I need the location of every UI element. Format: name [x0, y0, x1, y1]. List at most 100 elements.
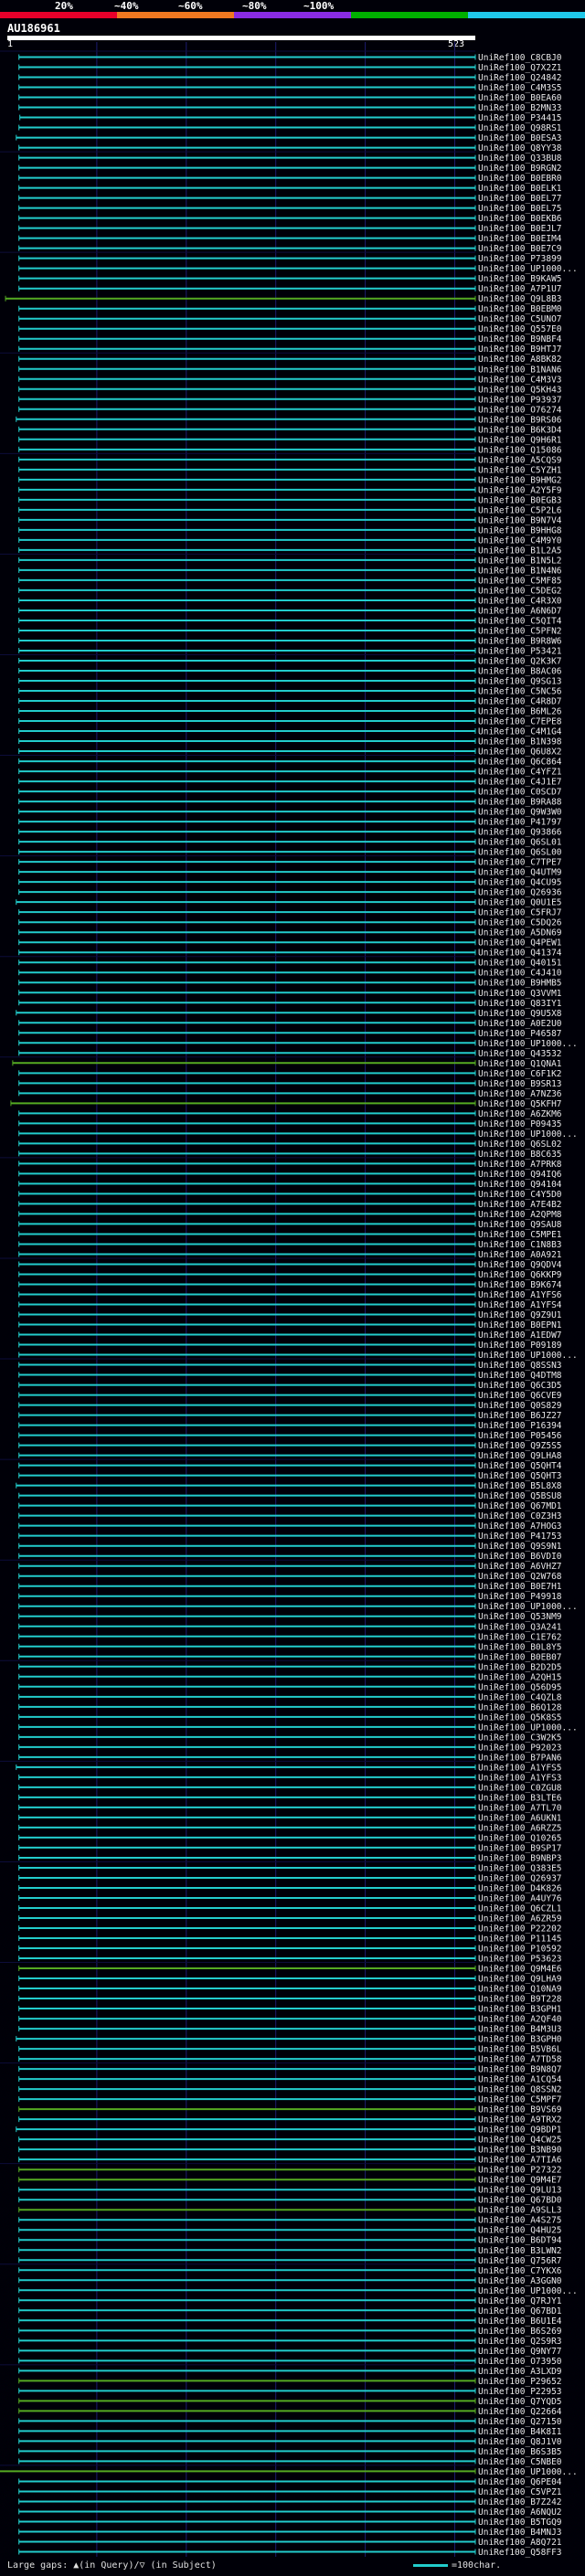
hit-label: UniRef100_Q2W768 — [478, 1572, 562, 1582]
hit-label: UniRef100_Q3VVM1 — [478, 989, 562, 999]
alignment-plot: UniRef100_C8CBJ0UniRef100_Q7X2Z1UniRef10… — [0, 42, 578, 2558]
hit-label: UniRef100_B0EJL7 — [478, 224, 562, 234]
hit-label: UniRef100_Q9LU13 — [478, 2186, 562, 2196]
hit-label: UniRef100_B0EL75 — [478, 204, 562, 214]
hit-label: UniRef100_Q9NY77 — [478, 2347, 562, 2357]
hit-row: UniRef100_Q22664 — [18, 2407, 562, 2417]
hit-label: UniRef100_Q9Z5S5 — [478, 1441, 562, 1451]
hit-label: UniRef100_P22953 — [478, 2387, 562, 2397]
hit-row: UniRef100_Q9LHA9 — [18, 1975, 562, 1985]
hit-row: UniRef100_Q383E5 — [18, 1863, 562, 1873]
hit-label: UniRef100_Q9LHA8 — [478, 1451, 562, 1461]
hit-label: UniRef100_Q9H6R1 — [478, 435, 562, 445]
hit-row: UniRef100_C4Y5D0 — [18, 1190, 562, 1200]
hit-label: UniRef100_B9HMG2 — [478, 475, 562, 485]
hit-row: UniRef100_A2Y5F9 — [18, 485, 562, 495]
hit-label: UniRef100_Q94IQ6 — [478, 1170, 562, 1180]
hit-row: UniRef100_Q8SSN3 — [18, 1361, 562, 1371]
hit-row: UniRef100_B0ESA3 — [16, 133, 562, 143]
hit-row: UniRef100_B0EPN1 — [18, 1320, 562, 1330]
hit-label: UniRef100_Q4DTM8 — [478, 1371, 562, 1381]
hit-label: UniRef100_A1YFS3 — [478, 1773, 562, 1783]
hit-row: UniRef100_Q9Z9U1 — [18, 1310, 562, 1320]
hit-label: UniRef100_C5MPF7 — [478, 2095, 562, 2105]
hit-label: UniRef100_A4UY76 — [478, 1893, 562, 1903]
hit-row: UniRef100_C4QZL8 — [18, 1692, 562, 1702]
hit-row: UniRef100_C4M3S5 — [18, 83, 562, 93]
hit-row: UniRef100_UP1000... — [0, 2467, 578, 2477]
hit-row: UniRef100_B0EL77 — [18, 194, 562, 204]
hit-label: UniRef100_A6UKN1 — [478, 1813, 562, 1823]
hit-label: UniRef100_A6ZKM6 — [478, 1109, 562, 1119]
hit-label: UniRef100_C5PFN2 — [478, 626, 562, 636]
hit-row: UniRef100_UP1000... — [18, 264, 578, 274]
hit-label: UniRef100_A1CQ54 — [478, 2075, 562, 2085]
hit-label: UniRef100_P11145 — [478, 1935, 562, 1945]
hit-row: UniRef100_UP1000... — [18, 1129, 578, 1140]
hit-label: UniRef100_UP1000... — [478, 264, 578, 274]
hit-label: UniRef100_Q43532 — [478, 1049, 562, 1059]
hit-label: UniRef100_C4YFZ1 — [478, 768, 562, 778]
hit-row: UniRef100_Q6CZL1 — [18, 1903, 562, 1913]
hit-row: UniRef100_B4K8I1 — [18, 2427, 562, 2437]
hit-label: UniRef100_P46587 — [478, 1029, 562, 1039]
hit-row: UniRef100_C5UNO7 — [18, 314, 562, 324]
hit-label: UniRef100_D4K826 — [478, 1883, 562, 1893]
hit-row: UniRef100_B6Q128 — [18, 1702, 562, 1712]
hit-row: UniRef100_Q0S829 — [18, 1401, 562, 1411]
hit-label: UniRef100_C7YKX6 — [478, 2266, 562, 2276]
hit-label: UniRef100_A6ZR59 — [478, 1913, 562, 1924]
hit-label: UniRef100_Q53NM9 — [478, 1612, 562, 1622]
hit-label: UniRef100_B9NBP3 — [478, 1853, 562, 1863]
hit-label: UniRef100_Q10265 — [478, 1833, 562, 1843]
hit-label: UniRef100_B5L8X8 — [478, 1481, 562, 1491]
hit-row: UniRef100_C8CBJ0 — [18, 53, 562, 63]
scale-bar — [413, 2564, 448, 2567]
hit-label: UniRef100_C1N8B3 — [478, 1240, 562, 1250]
hit-row: UniRef100_A4UY76 — [18, 1893, 562, 1903]
hit-label: UniRef100_B0EA60 — [478, 93, 562, 103]
hit-label: UniRef100_B9RS06 — [478, 415, 562, 425]
hit-label: UniRef100_Q24842 — [478, 73, 562, 83]
hit-label: UniRef100_Q5K8S5 — [478, 1712, 562, 1723]
hit-label: UniRef100_C5DQ26 — [478, 918, 562, 928]
hit-row: UniRef100_A7P1U7 — [18, 284, 562, 294]
hit-row: UniRef100_Q9L8B3 — [5, 294, 562, 304]
hit-row: UniRef100_B6ML26 — [18, 707, 562, 717]
hit-label: UniRef100_Q5KH43 — [478, 385, 562, 395]
hit-row: UniRef100_Q40151 — [18, 959, 562, 969]
hit-label: UniRef100_B6Q128 — [478, 1702, 562, 1712]
hit-label: UniRef100_Q2S9R3 — [478, 2337, 562, 2347]
hit-label: UniRef100_B7Z242 — [478, 2497, 562, 2507]
hit-label: UniRef100_B6JZ27 — [478, 1411, 562, 1421]
hit-label: UniRef100_Q41374 — [478, 949, 562, 959]
hit-row: UniRef100_A1YFS3 — [18, 1773, 562, 1783]
hit-row: UniRef100_C7EPE8 — [18, 717, 562, 727]
hit-row: UniRef100_P22953 — [18, 2387, 562, 2397]
hit-row: UniRef100_A5CQS9 — [18, 455, 562, 465]
hit-label: UniRef100_C4M1G4 — [478, 727, 562, 737]
hit-label: UniRef100_Q4CW25 — [478, 2136, 562, 2146]
hit-label: UniRef100_A7E4B2 — [478, 1200, 562, 1210]
hit-label: UniRef100_B3LTE6 — [478, 1793, 562, 1803]
hit-row: UniRef100_C1E762 — [18, 1632, 562, 1642]
hit-row: UniRef100_D4K826 — [18, 1883, 562, 1893]
hit-label: UniRef100_Q27150 — [478, 2417, 562, 2427]
hit-row: UniRef100_P27322 — [18, 2166, 562, 2176]
hit-row: UniRef100_Q83IY1 — [18, 999, 562, 1009]
hit-row: UniRef100_Q2S9R3 — [18, 2337, 562, 2347]
hit-row: UniRef100_Q94IQ6 — [18, 1170, 562, 1180]
hit-row: UniRef100_P29652 — [18, 2377, 562, 2387]
hit-row: UniRef100_B8AC06 — [18, 666, 562, 676]
hit-label: UniRef100_B0L8Y5 — [478, 1642, 562, 1652]
hit-row: UniRef100_A7NZ36 — [18, 1089, 562, 1099]
hit-label: UniRef100_C5NBE0 — [478, 2457, 562, 2467]
hit-label: UniRef100_Q4PEW1 — [478, 938, 562, 949]
hit-row: UniRef100_C7TPE7 — [18, 858, 562, 868]
hit-row: UniRef100_A3LXD9 — [18, 2367, 562, 2377]
hit-row: UniRef100_Q5KH43 — [18, 385, 562, 395]
hit-row: UniRef100_Q0U1E5 — [16, 898, 562, 908]
hit-row: UniRef100_B0EKB6 — [18, 214, 562, 224]
hit-row: UniRef100_C0Z3H3 — [18, 1511, 562, 1521]
hit-row: UniRef100_B9HHG8 — [18, 525, 562, 535]
